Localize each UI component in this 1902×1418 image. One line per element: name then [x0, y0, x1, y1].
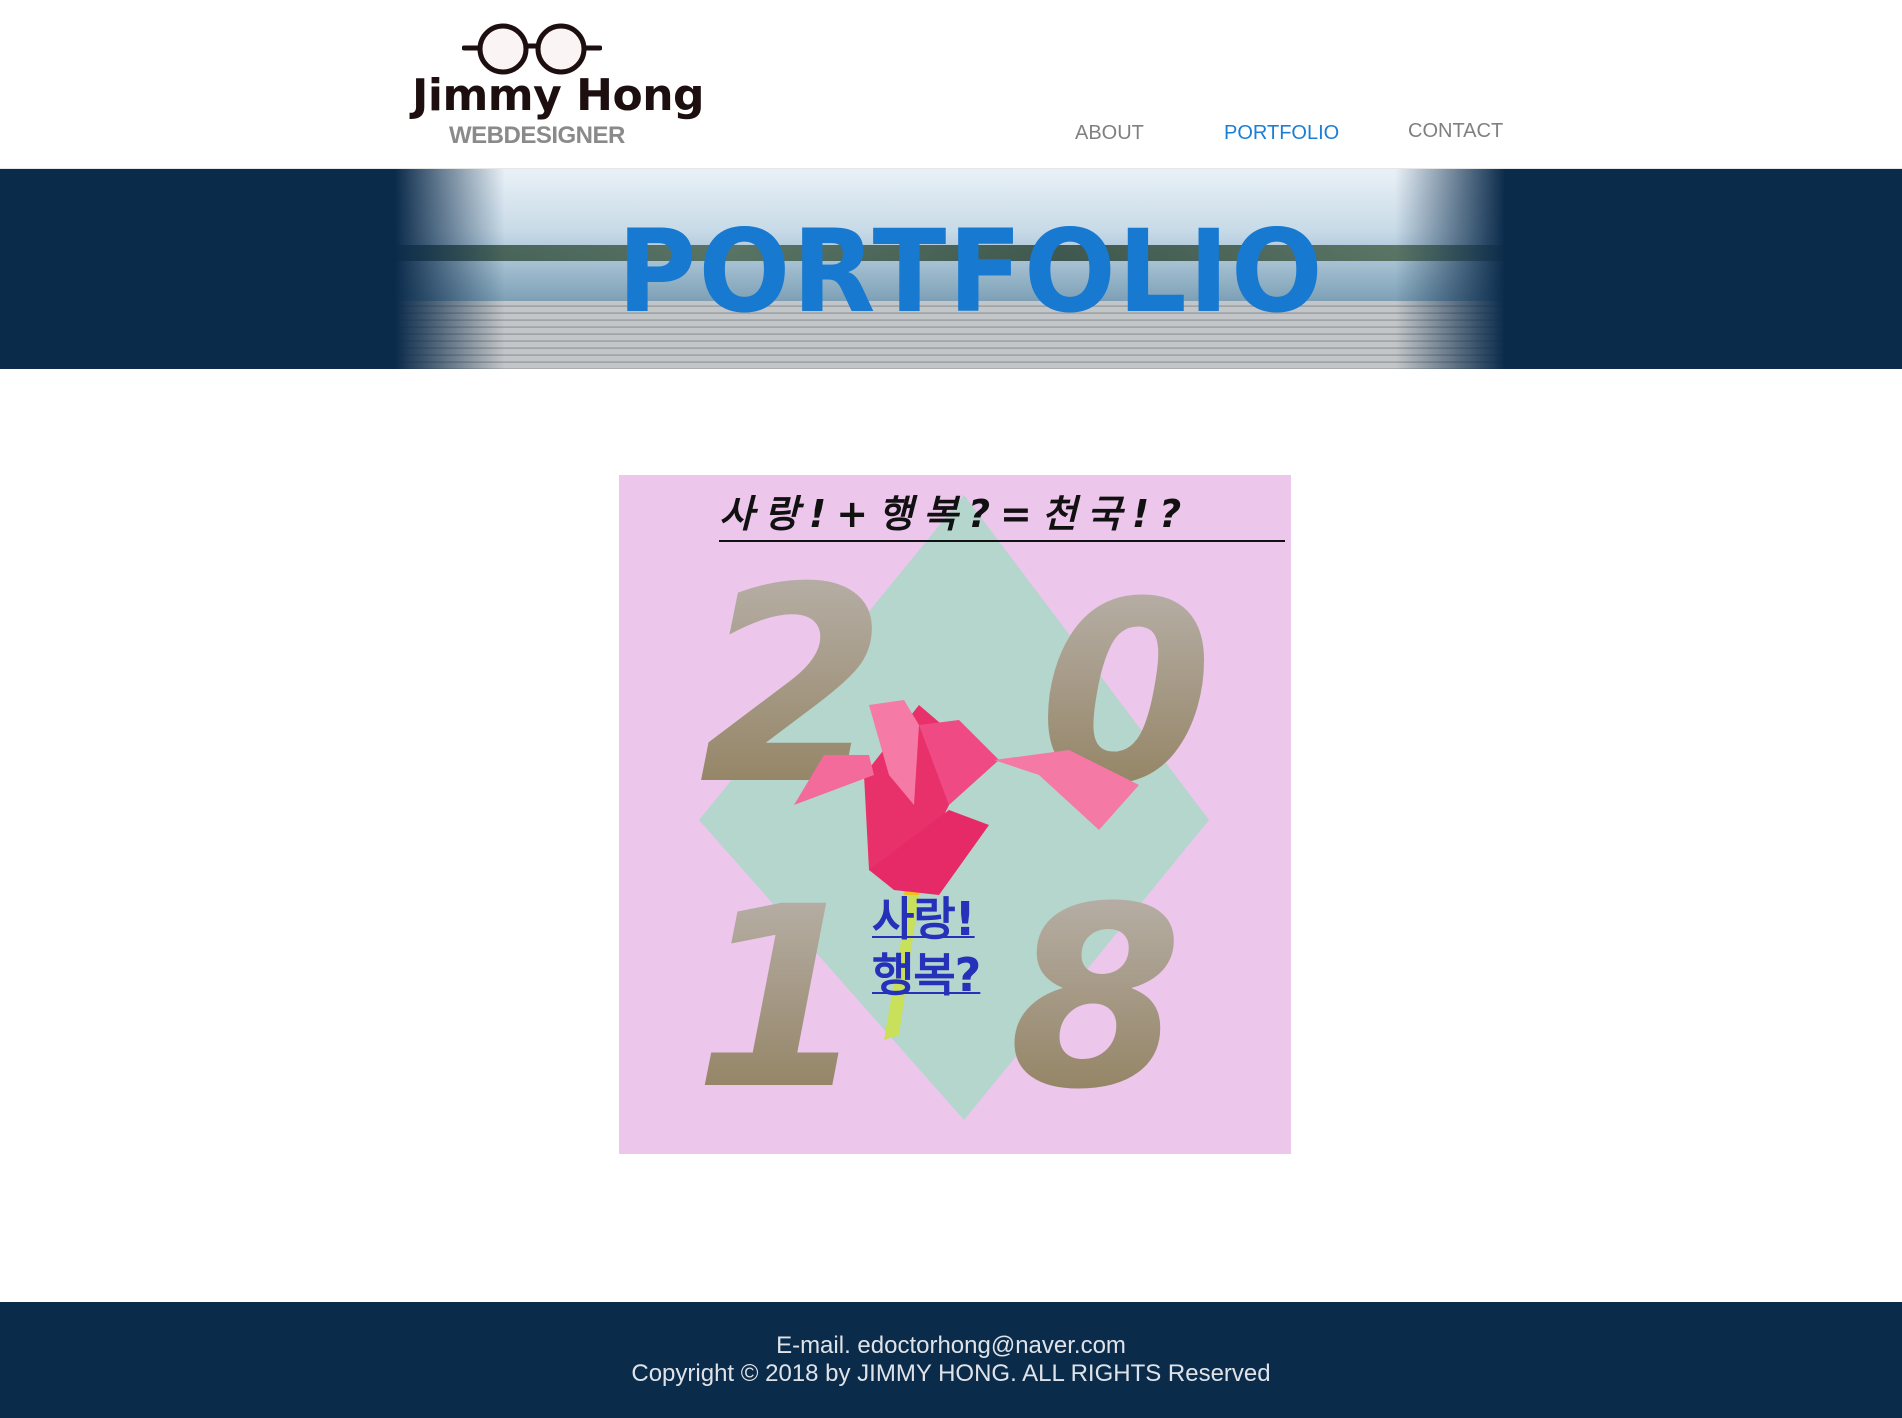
poster-heading: 사랑!+행복?=천국!?: [719, 483, 1285, 542]
portfolio-poster[interactable]: 2 0 1 8 사랑!+행복?=천국!? 사랑! 행복?: [619, 475, 1291, 1154]
site-footer: E-mail. edoctorhong@naver.com Copyright …: [0, 1302, 1902, 1418]
poster-digit-1: 1: [694, 853, 868, 1144]
site-logo[interactable]: Jimmy Hong WEBDESIGNER: [412, 18, 712, 153]
nav-contact[interactable]: CONTACT: [1408, 120, 1503, 143]
glasses-icon: [462, 23, 602, 75]
footer-copyright: Copyright © 2018 by JIMMY HONG. ALL RIGH…: [631, 1360, 1271, 1387]
logo-subtitle: WEBDESIGNER: [449, 122, 625, 149]
poster-link-happiness[interactable]: 행복?: [872, 939, 981, 1005]
page-title: PORTFOLIO: [617, 206, 1325, 339]
nav-about[interactable]: ABOUT: [1075, 122, 1144, 145]
poster-digit-8: 8: [1009, 853, 1183, 1144]
logo-name: Jimmy Hong: [412, 70, 705, 121]
nav-portfolio[interactable]: PORTFOLIO: [1224, 122, 1339, 145]
poster-artwork: 2 0 1 8: [694, 495, 1213, 1144]
poster-digit-2: 2: [699, 529, 887, 844]
footer-email: E-mail. edoctorhong@naver.com: [776, 1332, 1126, 1359]
site-header: Jimmy Hong WEBDESIGNER ABOUT PORTFOLIO C…: [0, 0, 1902, 169]
page-banner: PORTFOLIO: [0, 169, 1902, 369]
